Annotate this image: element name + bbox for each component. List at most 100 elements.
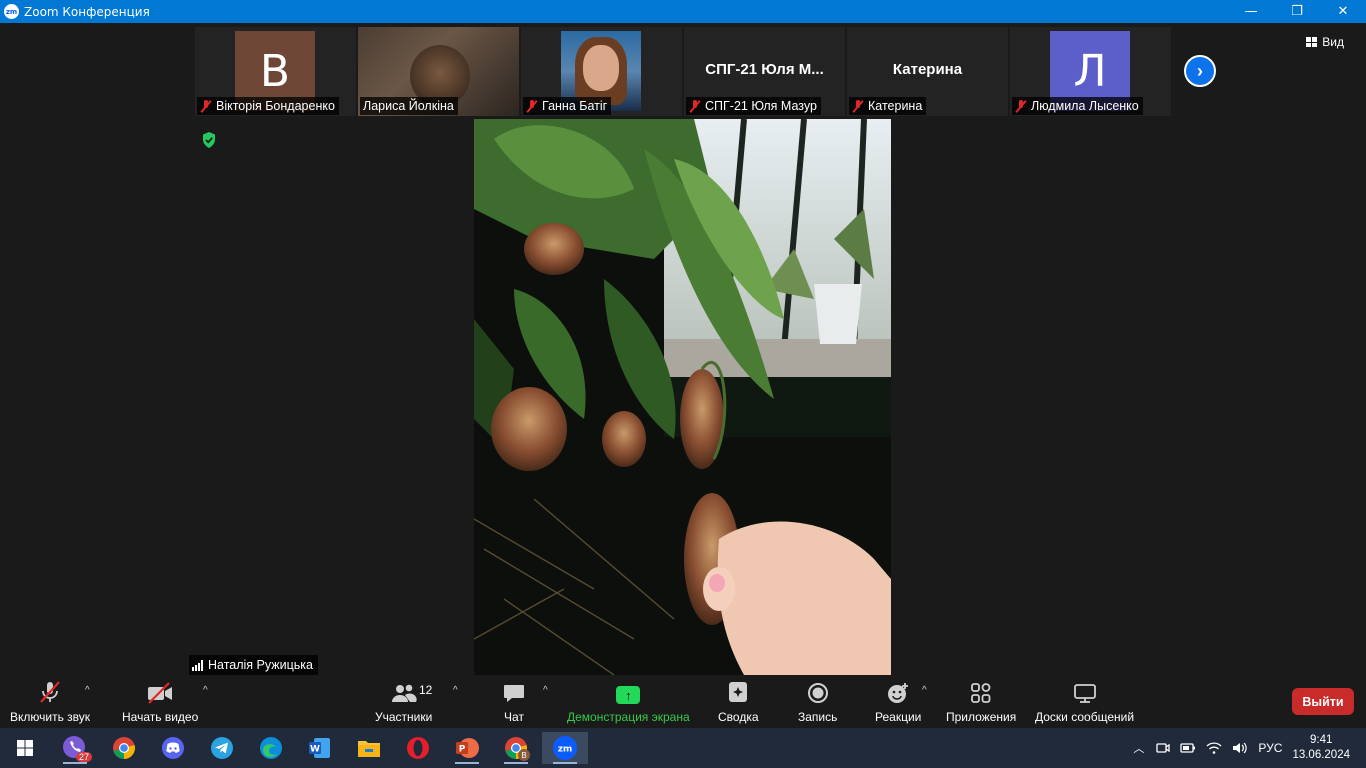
- viber-unread-badge: 27: [75, 752, 92, 762]
- show-hidden-icons-chevron-icon[interactable]: ︿: [1133, 740, 1144, 756]
- volume-icon[interactable]: [1232, 741, 1248, 755]
- windows-taskbar: 27 W P B zm ︿ РУС 9:41 13.06.2024: [0, 728, 1366, 768]
- participants-options-caret[interactable]: ^: [453, 685, 458, 696]
- powerpoint-taskbar-icon[interactable]: P: [448, 732, 486, 764]
- video-options-caret[interactable]: ^: [203, 685, 208, 696]
- zoom-app-icon: zm: [4, 4, 19, 19]
- language-indicator[interactable]: РУС: [1258, 741, 1282, 755]
- participant-label: Людмила Лысенко: [1012, 97, 1143, 115]
- file-explorer-taskbar-icon[interactable]: [350, 732, 388, 764]
- participant-name: Людмила Лысенко: [1031, 99, 1139, 113]
- participant-tile[interactable]: Ганна Батіг: [521, 27, 682, 116]
- record-label: Запись: [798, 710, 838, 724]
- participant-tile[interactable]: СПГ-21 Юля М... СПГ-21 Юля Мазур: [684, 27, 845, 116]
- record-button[interactable]: Запись: [798, 675, 837, 728]
- discord-taskbar-icon[interactable]: [154, 732, 192, 764]
- active-speaker-label: Наталія Ружицька: [189, 655, 318, 675]
- title-bar: zm Zoom Конференция — ❐ ✕: [0, 0, 1366, 23]
- encryption-shield-icon: [203, 132, 215, 148]
- chrome-profile-badge: B: [518, 749, 530, 761]
- reactions-options-caret[interactable]: ^: [922, 685, 927, 696]
- active-speaker-video: [474, 119, 891, 675]
- whiteboards-label: Доски сообщений: [1035, 710, 1135, 724]
- apps-icon: [971, 683, 991, 703]
- reactions-label: Реакции: [875, 710, 922, 724]
- chrome-profile-taskbar-icon[interactable]: B: [497, 732, 535, 764]
- participant-label: Лариса Йолкіна: [360, 97, 458, 115]
- whiteboards-button[interactable]: Доски сообщений: [1035, 675, 1134, 728]
- participant-name: Катерина: [868, 99, 923, 113]
- meeting-toolbar: Включить звук ^ Начать видео ^ Участники…: [0, 675, 1366, 728]
- participant-tile[interactable]: B Вікторія Бондаренко: [195, 27, 356, 116]
- participants-icon: [391, 684, 417, 702]
- chat-button[interactable]: Чат: [503, 675, 525, 728]
- minimize-button[interactable]: —: [1228, 0, 1274, 23]
- zoom-taskbar-icon[interactable]: zm: [542, 732, 588, 764]
- participant-tile[interactable]: Л Людмила Лысенко: [1010, 27, 1171, 116]
- telegram-taskbar-icon[interactable]: [203, 732, 241, 764]
- participant-name: Вікторія Бондаренко: [216, 99, 335, 113]
- start-video-button[interactable]: Начать видео: [122, 675, 198, 728]
- participant-label: Катерина: [849, 97, 927, 115]
- edge-taskbar-icon[interactable]: [252, 732, 290, 764]
- view-button[interactable]: Вид: [1306, 35, 1344, 49]
- share-screen-label: Демонстрация экрана: [567, 710, 690, 724]
- participant-label: СПГ-21 Юля Мазур: [686, 97, 821, 115]
- windows-start-button[interactable]: [6, 732, 44, 764]
- share-screen-button[interactable]: ↑ Демонстрация экрана: [567, 675, 690, 728]
- mic-muted-icon: [1015, 99, 1027, 113]
- participant-name: Лариса Йолкіна: [363, 99, 454, 113]
- mic-muted-icon: [689, 99, 701, 113]
- signal-strength-icon: [192, 659, 203, 671]
- svg-text:P: P: [459, 745, 466, 755]
- view-button-label: Вид: [1322, 35, 1344, 49]
- record-icon: [807, 683, 828, 703]
- apps-button[interactable]: Приложения: [946, 675, 1016, 728]
- window-title: Zoom Конференция: [24, 4, 150, 19]
- opera-taskbar-icon[interactable]: [399, 732, 437, 764]
- viber-taskbar-icon[interactable]: 27: [56, 732, 94, 764]
- participant-tile[interactable]: Катерина Катерина: [847, 27, 1008, 116]
- participant-label: Ганна Батіг: [523, 97, 612, 115]
- clock-date: 13.06.2024: [1292, 749, 1350, 761]
- unmute-label: Включить звук: [10, 710, 91, 724]
- participant-name: Ганна Батіг: [542, 99, 608, 113]
- mic-muted-icon: [200, 99, 212, 113]
- next-page-button[interactable]: ›: [1184, 55, 1216, 87]
- chat-label: Чат: [504, 710, 524, 724]
- video-frame: [474, 119, 891, 675]
- apps-label: Приложения: [946, 710, 1017, 724]
- word-taskbar-icon[interactable]: W: [301, 732, 339, 764]
- audio-options-caret[interactable]: ^: [85, 685, 90, 696]
- windows-logo-icon: [17, 740, 33, 756]
- summary-button[interactable]: Сводка: [718, 675, 759, 728]
- system-tray: ︿ РУС 9:41 13.06.2024: [1133, 728, 1366, 768]
- leave-button[interactable]: Выйти: [1292, 688, 1354, 715]
- summary-icon: [729, 682, 748, 702]
- chat-options-caret[interactable]: ^: [543, 685, 548, 696]
- start-video-label: Начать видео: [122, 710, 199, 724]
- mic-muted-icon: [852, 99, 864, 113]
- close-button[interactable]: ✕: [1320, 0, 1366, 23]
- reactions-icon: [888, 683, 909, 703]
- participant-strip: B Вікторія Бондаренко Лариса Йолкіна Ган…: [195, 27, 1171, 116]
- mic-muted-icon: [40, 681, 60, 703]
- participant-label: Вікторія Бондаренко: [197, 97, 339, 115]
- active-speaker-name: Наталія Ружицька: [208, 658, 313, 672]
- meeting-stage: B Вікторія Бондаренко Лариса Йолкіна Ган…: [0, 23, 1366, 675]
- battery-icon[interactable]: [1180, 742, 1196, 754]
- grid-icon: [1306, 37, 1318, 47]
- svg-text:zm: zm: [558, 745, 573, 755]
- unmute-button[interactable]: Включить звук: [10, 675, 90, 728]
- chrome-taskbar-icon[interactable]: [105, 732, 143, 764]
- reactions-button[interactable]: Реакции: [875, 675, 921, 728]
- whiteboard-icon: [1073, 684, 1096, 703]
- participants-count: 12: [419, 683, 433, 697]
- maximize-button[interactable]: ❐: [1274, 0, 1320, 23]
- clock[interactable]: 9:41 13.06.2024: [1292, 733, 1350, 763]
- clock-time: 9:41: [1310, 734, 1333, 746]
- video-off-icon: [148, 682, 173, 704]
- participant-tile[interactable]: Лариса Йолкіна: [358, 27, 519, 116]
- meet-now-icon[interactable]: [1156, 741, 1171, 755]
- wifi-icon[interactable]: [1206, 741, 1222, 755]
